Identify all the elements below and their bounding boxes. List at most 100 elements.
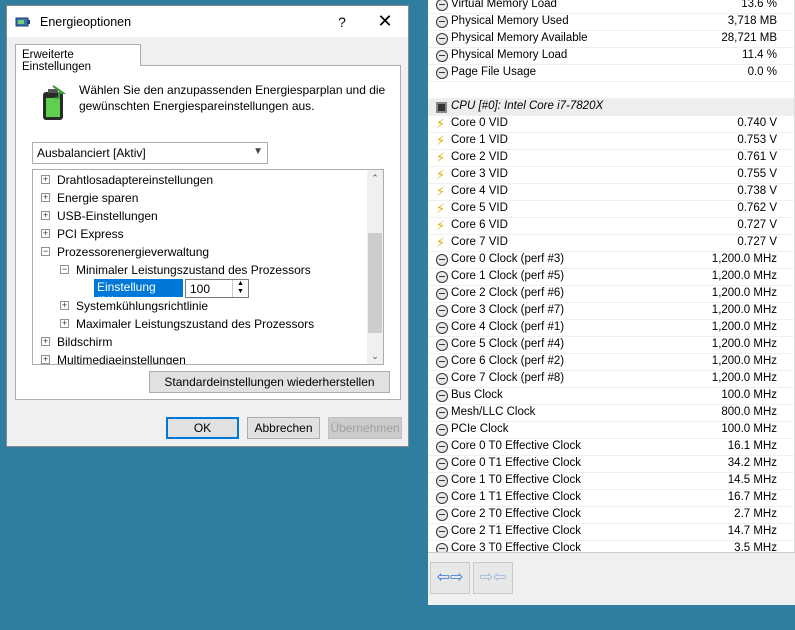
- power-plan-select[interactable]: Ausbalanciert [Aktiv] ▼: [32, 142, 268, 164]
- scrollbar-thumb[interactable]: [368, 233, 382, 333]
- restore-defaults-button[interactable]: Standardeinstellungen wiederherstellen: [149, 371, 390, 393]
- sensor-row[interactable]: Core 3 T0 Effective Clock 3.5 MHz: [428, 541, 794, 552]
- collapse-arrows-icon[interactable]: ⇨⇦: [473, 562, 513, 594]
- sensor-value: 1,200.0 MHz: [711, 338, 777, 350]
- setting-percent-spinner[interactable]: 100 ▲ ▼: [185, 279, 249, 298]
- sensor-row[interactable]: Core 3 Clock (perf #7) 1,200.0 MHz: [428, 303, 794, 320]
- expand-icon[interactable]: +: [41, 175, 50, 185]
- sensor-row[interactable]: [428, 82, 794, 99]
- expand-icon[interactable]: +: [41, 337, 50, 347]
- settings-tree[interactable]: + Drahtlosadaptereinstellungen + Energie s…: [32, 169, 384, 365]
- sensor-value: 14.7 MHz: [727, 525, 777, 537]
- dialog-title: Energieoptionen: [40, 14, 132, 29]
- sensor-row[interactable]: ⚡ Core 0 VID 0.740 V: [428, 116, 794, 133]
- sensor-value: 3.5 MHz: [734, 542, 777, 552]
- sensor-list[interactable]: Virtual Memory Load 13.6 % Physical Memory…: [428, 0, 795, 552]
- tree-item-cooling-policy[interactable]: + Systemkühlungsrichtlinie: [60, 297, 208, 315]
- sensor-value: 3,718 MB: [727, 15, 777, 27]
- sensor-row[interactable]: Core 5 Clock (perf #4) 1,200.0 MHz: [428, 337, 794, 354]
- tree-item-wireless-adapter[interactable]: + Drahtlosadaptereinstellungen: [41, 171, 213, 189]
- sensor-row[interactable]: Physical Memory Available 28,721 MB: [428, 31, 794, 48]
- tree-item-label: PCI Express: [57, 227, 124, 241]
- sensor-row[interactable]: Core 2 Clock (perf #6) 1,200.0 MHz: [428, 286, 794, 303]
- sensor-value: 14.5 MHz: [727, 474, 777, 486]
- tree-scrollbar[interactable]: ⌃ ⌄: [367, 170, 383, 364]
- expand-icon[interactable]: +: [41, 355, 50, 364]
- sensor-row[interactable]: ⚡ Core 2 VID 0.761 V: [428, 150, 794, 167]
- sensor-row[interactable]: Core 1 Clock (perf #5) 1,200.0 MHz: [428, 269, 794, 286]
- sensor-value: 0.762 V: [737, 202, 777, 214]
- expand-icon[interactable]: +: [41, 229, 50, 239]
- sensor-value: 0.0 %: [747, 66, 777, 78]
- sensor-value: 0.740 V: [737, 117, 777, 129]
- sensor-group-header[interactable]: CPU [#0]: Intel Core i7-7820X: [428, 99, 794, 116]
- sensor-row[interactable]: Virtual Memory Load 13.6 %: [428, 0, 794, 14]
- sensor-row[interactable]: ⚡ Core 4 VID 0.738 V: [428, 184, 794, 201]
- sensor-row[interactable]: Page File Usage 0.0 %: [428, 65, 794, 82]
- sensor-toolbar: ⇦⇨ ⇨⇦: [428, 552, 795, 605]
- tab-advanced-settings[interactable]: Erweiterte Einstellungen: [15, 44, 141, 73]
- sensor-row[interactable]: Physical Memory Load 11.4 %: [428, 48, 794, 65]
- sensor-row[interactable]: ⚡ Core 5 VID 0.762 V: [428, 201, 794, 218]
- sensor-panel: Virtual Memory Load 13.6 % Physical Memory…: [428, 0, 795, 605]
- sensor-row[interactable]: Core 1 T0 Effective Clock 14.5 MHz: [428, 473, 794, 490]
- apply-button[interactable]: Übernehmen: [328, 417, 402, 439]
- battery-icon: [37, 84, 69, 124]
- tree-item-processor-power[interactable]: − Prozessorenergieverwaltung: [41, 243, 209, 261]
- expand-icon[interactable]: +: [60, 319, 69, 329]
- chevron-down-icon[interactable]: ⌄: [367, 348, 383, 364]
- sensor-value: 100.0 MHz: [721, 389, 777, 401]
- chevron-up-icon[interactable]: ⌃: [367, 170, 383, 186]
- tree-item-multimedia[interactable]: + Multimediaeinstellungen: [41, 351, 186, 364]
- sensor-row[interactable]: Core 6 Clock (perf #2) 1,200.0 MHz: [428, 354, 794, 371]
- tree-item-display[interactable]: + Bildschirm: [41, 333, 112, 351]
- sensor-value: 1,200.0 MHz: [711, 253, 777, 265]
- sensor-row[interactable]: Core 2 T1 Effective Clock 14.7 MHz: [428, 524, 794, 541]
- expand-arrows-icon[interactable]: ⇦⇨: [430, 562, 470, 594]
- expand-icon[interactable]: +: [60, 301, 69, 311]
- setting-percent-label: Einstellung (%):: [94, 279, 183, 308]
- advanced-settings-panel: Wählen Sie den anzupassenden Energiespar…: [15, 65, 401, 400]
- sensor-row[interactable]: Core 0 Clock (perf #3) 1,200.0 MHz: [428, 252, 794, 269]
- tree-item-pci-express[interactable]: + PCI Express: [41, 225, 124, 243]
- tree-item-label: Prozessorenergieverwaltung: [57, 245, 210, 259]
- sensor-row[interactable]: PCIe Clock 100.0 MHz: [428, 422, 794, 439]
- tree-item-sleep[interactable]: + Energie sparen: [41, 189, 138, 207]
- dialog-titlebar[interactable]: Energieoptionen ? ✕: [7, 6, 408, 37]
- tree-item-label: Minimaler Leistungszustand des Prozessor…: [76, 263, 311, 277]
- sensor-value: 0.727 V: [737, 236, 777, 248]
- sensor-row[interactable]: Mesh/LLC Clock 800.0 MHz: [428, 405, 794, 422]
- expand-icon[interactable]: +: [41, 211, 50, 221]
- sensor-row[interactable]: Bus Clock 100.0 MHz: [428, 388, 794, 405]
- sensor-value: 0.761 V: [737, 151, 777, 163]
- sensor-row[interactable]: ⚡ Core 7 VID 0.727 V: [428, 235, 794, 252]
- cancel-button[interactable]: Abbrechen: [247, 417, 320, 439]
- sensor-value: 1,200.0 MHz: [711, 270, 777, 282]
- sensor-value: 0.727 V: [737, 219, 777, 231]
- help-button[interactable]: ?: [325, 6, 359, 37]
- sensor-row[interactable]: Core 0 T1 Effective Clock 34.2 MHz: [428, 456, 794, 473]
- sensor-row[interactable]: Physical Memory Used 3,718 MB: [428, 14, 794, 31]
- sensor-value: 0.753 V: [737, 134, 777, 146]
- collapse-icon[interactable]: −: [60, 265, 69, 275]
- setting-percent-value[interactable]: 100: [190, 282, 210, 296]
- spinner-arrows-icon[interactable]: ▲ ▼: [232, 280, 248, 297]
- sensor-row[interactable]: Core 2 T0 Effective Clock 2.7 MHz: [428, 507, 794, 524]
- sensor-row[interactable]: ⚡ Core 3 VID 0.755 V: [428, 167, 794, 184]
- collapse-icon[interactable]: −: [41, 247, 50, 257]
- sensor-row[interactable]: Core 0 T0 Effective Clock 16.1 MHz: [428, 439, 794, 456]
- sensor-value: 1,200.0 MHz: [711, 321, 777, 333]
- expand-icon[interactable]: +: [41, 193, 50, 203]
- close-button[interactable]: ✕: [368, 6, 402, 37]
- ok-button[interactable]: OK: [166, 417, 239, 439]
- sensor-value: 1,200.0 MHz: [711, 372, 777, 384]
- tree-item-max-processor-state[interactable]: + Maximaler Leistungszustand des Prozesso…: [60, 315, 314, 333]
- sensor-row[interactable]: Core 7 Clock (perf #8) 1,200.0 MHz: [428, 371, 794, 388]
- sensor-row[interactable]: ⚡ Core 6 VID 0.727 V: [428, 218, 794, 235]
- chevron-down-icon: ▼: [253, 146, 263, 157]
- sensor-row[interactable]: ⚡ Core 1 VID 0.753 V: [428, 133, 794, 150]
- tree-item-min-processor-state[interactable]: − Minimaler Leistungszustand des Prozesso…: [60, 261, 311, 279]
- tree-item-usb-settings[interactable]: + USB-Einstellungen: [41, 207, 158, 225]
- sensor-row[interactable]: Core 4 Clock (perf #1) 1,200.0 MHz: [428, 320, 794, 337]
- sensor-row[interactable]: Core 1 T1 Effective Clock 16.7 MHz: [428, 490, 794, 507]
